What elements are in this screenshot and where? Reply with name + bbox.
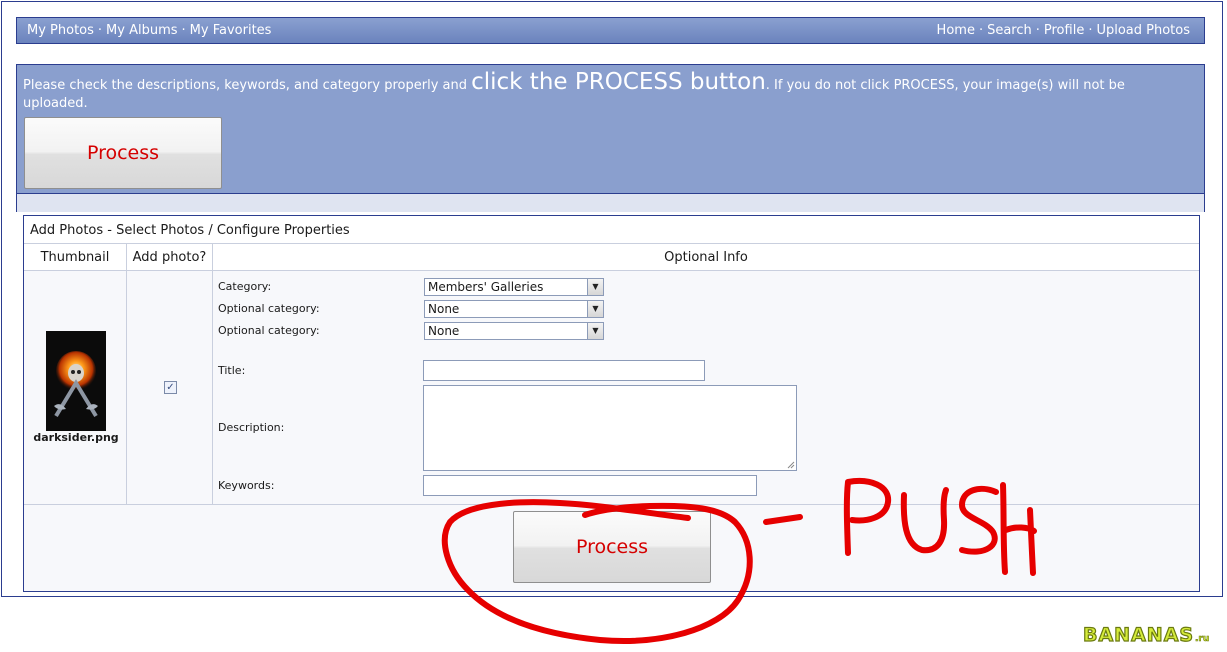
- nav-separator: ·: [978, 23, 984, 38]
- optional-category-value-2: None: [428, 324, 460, 338]
- photo-thumbnail[interactable]: [46, 331, 106, 431]
- divider: [24, 504, 1199, 505]
- category-select[interactable]: Members' Galleries ▼: [424, 278, 604, 296]
- darksider-image: [46, 331, 106, 431]
- bananas-logo-graphic: BANANAS .ru: [1082, 623, 1209, 646]
- nav-left: My Photos · My Albums · My Favorites: [27, 23, 271, 38]
- divider: [212, 244, 213, 504]
- add-photo-checkbox[interactable]: ✓: [164, 381, 177, 394]
- notice-bottom-strip: [16, 194, 1205, 212]
- process-button-bottom[interactable]: Process: [513, 511, 711, 583]
- top-nav-bar: My Photos · My Albums · My Favorites Home · Se…: [16, 17, 1205, 44]
- resize-grip-icon[interactable]: [787, 461, 795, 469]
- panel-title: Add Photos - Select Photos / Configure P…: [30, 223, 350, 238]
- nav-search[interactable]: Search: [987, 23, 1032, 38]
- keywords-input[interactable]: [423, 475, 757, 496]
- nav-my-albums[interactable]: My Albums: [106, 23, 177, 38]
- category-select-value: Members' Galleries: [428, 280, 544, 294]
- column-header-thumbnail: Thumbnail: [40, 250, 110, 265]
- divider: [126, 244, 127, 504]
- title-label: Title:: [218, 364, 246, 377]
- description-textarea[interactable]: [423, 385, 797, 471]
- chevron-down-icon[interactable]: ▼: [587, 301, 603, 317]
- optional-category-select-2[interactable]: None ▼: [424, 322, 604, 340]
- nav-separator: ·: [181, 23, 186, 38]
- optional-category-select-1[interactable]: None ▼: [424, 300, 604, 318]
- nav-my-favorites[interactable]: My Favorites: [190, 23, 272, 38]
- column-header-optional-info: Optional Info: [664, 250, 748, 265]
- svg-text:.ru: .ru: [1195, 634, 1209, 644]
- divider: [24, 243, 1199, 244]
- chevron-down-icon[interactable]: ▼: [587, 323, 603, 339]
- notice-text-emphasis: click the PROCESS button: [471, 69, 766, 95]
- notice-message: Please check the descriptions, keywords,…: [23, 71, 1164, 113]
- chevron-down-icon[interactable]: ▼: [587, 279, 603, 295]
- nav-separator: ·: [1088, 23, 1093, 38]
- column-header-add-photo: Add photo?: [132, 250, 207, 265]
- nav-right: Home · Search · Profile · Upload Photos: [937, 23, 1190, 38]
- optional-category-label-2: Optional category:: [218, 324, 320, 337]
- description-label: Description:: [218, 421, 285, 434]
- category-label: Category:: [218, 280, 272, 293]
- nav-separator: ·: [1035, 23, 1040, 38]
- nav-my-photos[interactable]: My Photos: [27, 23, 94, 38]
- nav-separator: ·: [97, 23, 103, 38]
- process-button-top[interactable]: Process: [24, 117, 222, 189]
- keywords-label: Keywords:: [218, 479, 275, 492]
- nav-profile[interactable]: Profile: [1044, 23, 1084, 38]
- divider: [24, 270, 1199, 271]
- nav-home[interactable]: Home: [937, 23, 975, 38]
- optional-category-value-1: None: [428, 302, 460, 316]
- nav-upload-photos[interactable]: Upload Photos: [1096, 23, 1190, 38]
- title-input[interactable]: [423, 360, 705, 381]
- svg-text:BANANAS: BANANAS: [1083, 624, 1194, 646]
- bananas-logo: BANANAS .ru: [1081, 620, 1226, 648]
- photo-filename: darksider.png: [33, 431, 119, 444]
- notice-text-before: Please check the descriptions, keywords,…: [23, 78, 472, 93]
- optional-category-label-1: Optional category:: [218, 302, 320, 315]
